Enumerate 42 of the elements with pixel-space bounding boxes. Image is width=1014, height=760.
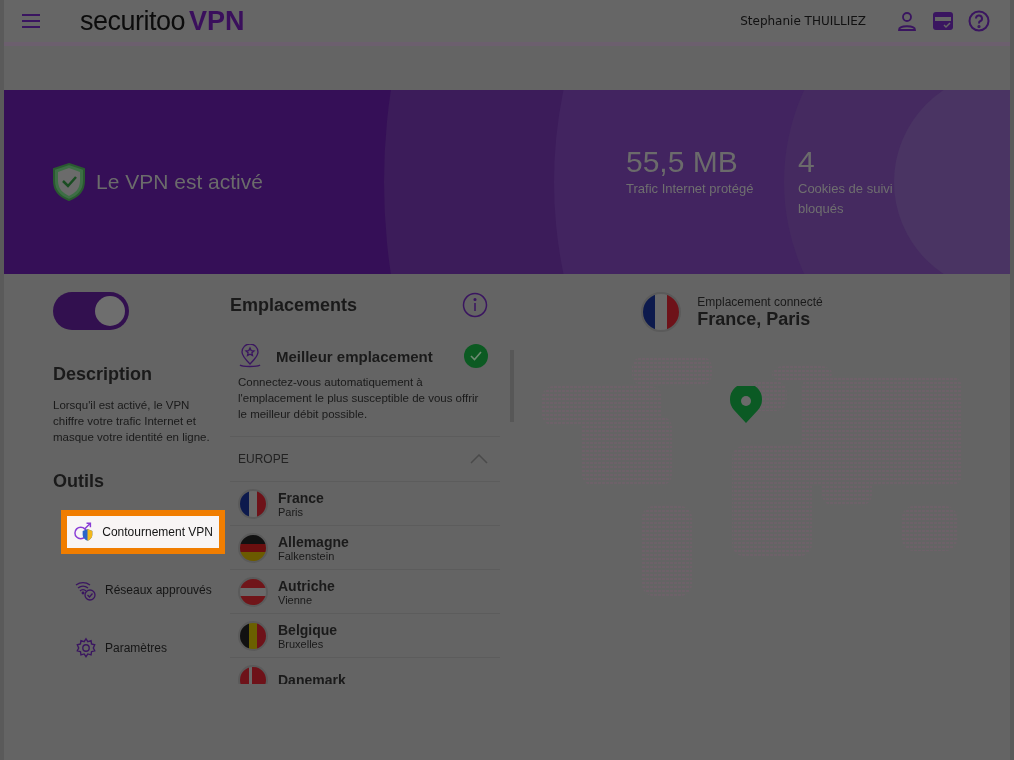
region-header[interactable]: EUROPE — [230, 436, 500, 482]
stat-value: 4 — [798, 145, 816, 179]
tool-item[interactable]: Paramètres — [63, 626, 227, 670]
logo: securitooVPN — [80, 5, 245, 37]
section-title: Emplacements — [230, 294, 358, 316]
connected-location: France, Paris — [697, 308, 812, 330]
vpn-status: Le VPN est activé — [96, 170, 263, 194]
section-title: Description — [53, 364, 154, 385]
menu-icon[interactable] — [22, 13, 40, 29]
stat-label: Cookies de suivi bloqués — [798, 180, 894, 218]
country-row[interactable]: France Paris — [230, 482, 500, 526]
tool-item[interactable]: Contournement VPN — [61, 510, 225, 554]
shield-arrows-icon — [73, 521, 95, 543]
info-icon[interactable] — [462, 292, 488, 318]
help-icon[interactable] — [968, 10, 990, 32]
vpn-toggle[interactable] — [53, 292, 129, 330]
flag-icon — [641, 292, 682, 332]
flag-icon — [238, 488, 268, 519]
user-name: Stephanie THUILLIEZ — [740, 14, 866, 28]
country-row[interactable]: Autriche Vienne — [230, 570, 500, 614]
connected-label: Emplacement connecté — [697, 294, 823, 309]
chevron-icon — [470, 454, 488, 464]
tool-item[interactable]: Réseaux approuvés — [63, 568, 227, 612]
description-text: Lorsqu'il est activé, le VPN chiffre votre trafic Internet et masque votre identité en ligne. — [53, 398, 211, 445]
stat-value: 55,5 MB — [626, 145, 739, 179]
best-location-title[interactable]: Meilleur emplacement — [276, 347, 450, 365]
flag-icon — [238, 620, 268, 651]
best-location-text: Connectez-vous automatiquement à l'emplacement le plus susceptible de vous offrir le meilleur débit possible. — [237, 375, 480, 422]
flag-icon — [238, 532, 268, 563]
country-row[interactable]: Belgique Bruxelles — [230, 614, 500, 658]
wallet-icon[interactable] — [932, 10, 954, 32]
country-row[interactable]: Danemark — [230, 658, 500, 684]
location-star-icon — [238, 344, 262, 368]
country-row[interactable]: Allemagne Falkenstein — [230, 526, 500, 570]
map-pin-icon — [730, 386, 762, 424]
wifi-check-icon — [75, 579, 97, 601]
settings-icon — [75, 637, 97, 659]
stat-label: Trafic Internet protégé — [626, 180, 755, 198]
flag-icon — [238, 576, 268, 607]
user-icon[interactable] — [896, 10, 918, 32]
section-title: Outils — [53, 471, 105, 492]
shield-check-icon — [52, 162, 86, 202]
